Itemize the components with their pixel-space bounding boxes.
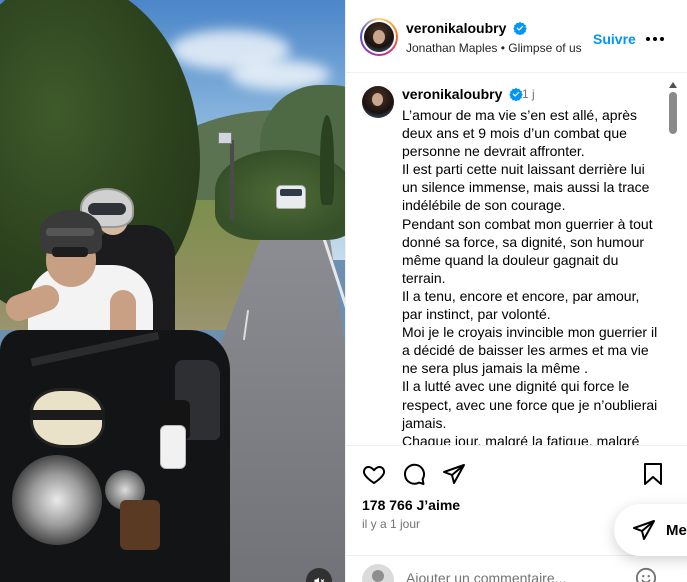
video-rider-glasses [52, 247, 88, 257]
audio-info[interactable]: Jonathan Maples • Glimpse of us [406, 41, 582, 55]
comment-bar [346, 555, 687, 582]
video-rider-helmet-band [46, 228, 94, 236]
emoji-button[interactable] [634, 566, 658, 582]
caption-text: L’amour de ma vie s’en est allé, après d… [402, 107, 658, 446]
comment-icon [404, 463, 425, 485]
like-count[interactable]: 178 766 J’aime [362, 497, 460, 513]
save-button[interactable] [639, 460, 667, 488]
scrollbar-thumb[interactable] [669, 92, 677, 134]
caption-username-text[interactable]: veronikaloubry [402, 86, 502, 102]
video-passenger-visor [88, 203, 126, 215]
comment-input[interactable] [406, 568, 626, 582]
caption-timestamp: 1 j [522, 87, 535, 101]
verified-badge-icon [513, 21, 528, 35]
send-icon [633, 520, 655, 540]
scroll-up-arrow-icon[interactable] [669, 82, 677, 88]
post-actions [346, 460, 687, 490]
emoji-icon [635, 567, 657, 582]
mute-icon [314, 577, 325, 582]
share-button[interactable] [440, 460, 468, 488]
video-boot [160, 425, 186, 469]
messages-button[interactable]: Me [614, 504, 687, 556]
post-date: il y a 1 jour [362, 517, 421, 531]
author-username[interactable]: veronikaloubry [406, 20, 528, 36]
viewer-avatar [362, 564, 394, 582]
author-username-text[interactable]: veronikaloubry [406, 20, 506, 36]
comment-button[interactable] [400, 460, 428, 488]
video-boot [120, 500, 160, 550]
more-options-icon [646, 37, 664, 41]
video-cypress [320, 115, 334, 205]
caption-section: veronikaloubry 1 j L’amour de ma vie s’e… [346, 74, 687, 446]
caption-avatar[interactable] [362, 86, 394, 118]
caption-scrollbar[interactable] [668, 82, 678, 445]
bookmark-icon [644, 463, 662, 485]
video-pole [230, 140, 234, 220]
like-button[interactable] [360, 460, 388, 488]
video-solar-panel [218, 132, 232, 144]
messages-label[interactable]: Me [666, 522, 687, 539]
more-options-button[interactable] [643, 27, 667, 51]
caption-username[interactable]: veronikaloubry [402, 86, 524, 102]
post-header: veronikaloubry Jonathan Maples • Glimpse… [346, 0, 687, 73]
share-icon [443, 464, 465, 484]
video-car-window [280, 189, 302, 196]
video-tank-stripe [30, 410, 105, 420]
heart-icon [362, 466, 386, 484]
author-avatar[interactable] [360, 18, 398, 56]
follow-button[interactable]: Suivre [593, 31, 636, 47]
post-video[interactable] [0, 0, 345, 582]
video-engine-chrome [12, 455, 102, 545]
post-panel: veronikaloubry Jonathan Maples • Glimpse… [345, 0, 687, 582]
